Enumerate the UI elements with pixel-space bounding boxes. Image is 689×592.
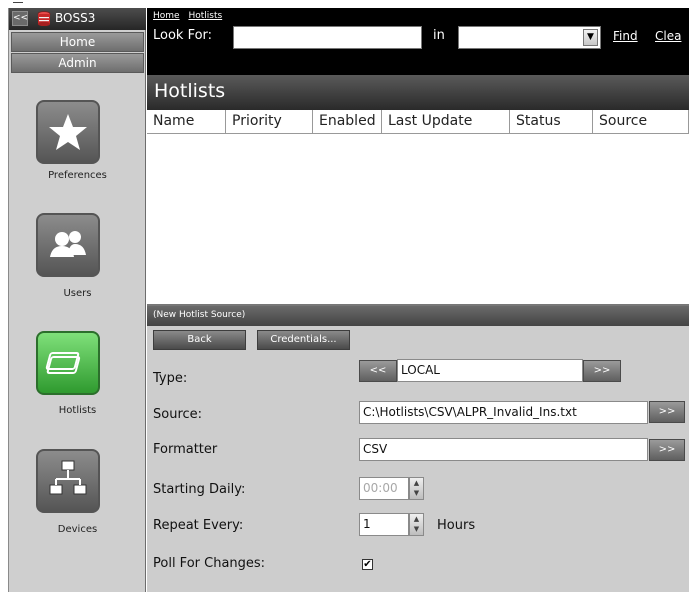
window-top-strip [0, 0, 689, 8]
preferences-tile[interactable] [36, 100, 100, 164]
formatter-label: Formatter [153, 442, 218, 457]
devices-tile[interactable] [36, 449, 100, 513]
star-icon [49, 114, 87, 150]
source-field[interactable]: C:\Hotlists\CSV\ALPR_Invalid_Ins.txt [359, 401, 648, 424]
users-label: Users [63, 288, 92, 299]
window-control-mark [13, 2, 23, 3]
chevron-down-icon[interactable]: ▼ [583, 29, 598, 46]
list-title-bar [147, 75, 689, 110]
type-label: Type: [153, 371, 188, 386]
detail-header: (New Hotlist Source) [147, 306, 689, 326]
starting-daily-label: Starting Daily: [153, 482, 246, 497]
devices-label: Devices [57, 524, 98, 535]
starting-daily-spinner: ▲ ▼ [409, 477, 424, 500]
back-button[interactable]: Back [153, 330, 246, 350]
column-name[interactable]: Name [147, 110, 226, 134]
app-logo-icon [37, 11, 51, 26]
starting-daily-field: 00:00 [359, 477, 409, 500]
poll-for-changes-label: Poll For Changes: [153, 556, 266, 571]
cards-icon [45, 352, 81, 374]
collapse-sidebar-button[interactable]: << [12, 11, 28, 26]
users-icon [50, 231, 86, 257]
network-icon [49, 460, 87, 495]
type-next-button[interactable]: >> [583, 360, 621, 382]
column-last-update[interactable]: Last Update [382, 110, 510, 134]
main-panel: Home Hotlists Look For: in ▼ Find Clea H… [147, 8, 689, 592]
repeat-every-label: Repeat Every: [153, 518, 244, 533]
breadcrumb-hotlists[interactable]: Hotlists [188, 11, 222, 21]
credentials-button[interactable]: Credentials... [257, 330, 350, 350]
repeat-every-spinner[interactable]: ▲ ▼ [409, 513, 424, 536]
clear-link[interactable]: Clea [655, 29, 681, 43]
column-source[interactable]: Source [593, 110, 689, 134]
poll-for-changes-checkbox[interactable]: ✔ [362, 559, 373, 570]
source-label: Source: [153, 407, 203, 422]
type-field[interactable]: LOCAL [397, 359, 583, 382]
find-link[interactable]: Find [613, 29, 638, 43]
breadcrumb: Home Hotlists [153, 11, 228, 21]
sidebar-header: << BOSS3 [9, 8, 146, 30]
search-bar: Home Hotlists Look For: in ▼ Find Clea [147, 8, 689, 75]
source-browse-button[interactable]: >> [649, 401, 685, 423]
repeat-unit-label: Hours [437, 518, 476, 533]
formatter-field[interactable]: CSV [359, 438, 648, 461]
formatter-browse-button[interactable]: >> [649, 439, 685, 461]
search-field-select[interactable]: ▼ [458, 26, 601, 49]
users-tile[interactable] [36, 213, 100, 277]
breadcrumb-home[interactable]: Home [153, 11, 180, 21]
type-prev-button[interactable]: << [359, 360, 397, 382]
preferences-label: Preferences [48, 170, 107, 181]
column-status[interactable]: Status [510, 110, 593, 134]
column-priority[interactable]: Priority [226, 110, 313, 134]
hotlists-table[interactable]: Name Priority Enabled Last Update Status… [147, 110, 689, 306]
column-enabled[interactable]: Enabled [313, 110, 382, 134]
sidebar: << BOSS3 Home Admin Preferences Users Ho… [8, 8, 146, 592]
hotlists-label: Hotlists [58, 405, 97, 416]
app-name: BOSS3 [55, 11, 96, 25]
table-header: Name Priority Enabled Last Update Status… [147, 110, 689, 134]
in-label: in [433, 28, 445, 43]
look-for-input[interactable] [233, 26, 422, 49]
nav-home[interactable]: Home [11, 32, 144, 52]
hotlists-tile[interactable] [36, 331, 100, 395]
page-title: Hotlists [154, 80, 226, 102]
repeat-every-field[interactable]: 1 [359, 513, 409, 536]
nav-admin[interactable]: Admin [11, 53, 144, 73]
look-for-label: Look For: [153, 28, 213, 43]
detail-title: (New Hotlist Source) [153, 310, 246, 320]
